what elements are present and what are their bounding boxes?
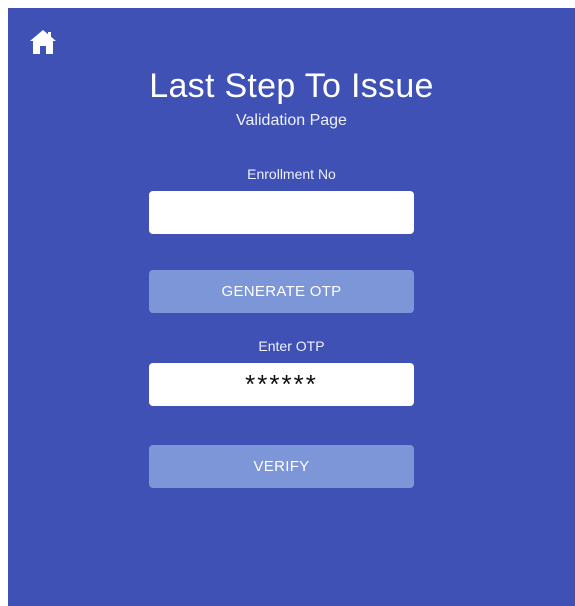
home-button[interactable] — [29, 28, 57, 56]
otp-label: Enter OTP — [258, 338, 325, 354]
enrollment-label: Enrollment No — [247, 166, 336, 182]
page-subtitle: Validation Page — [236, 112, 347, 129]
verify-button[interactable]: VERIFY — [149, 445, 414, 488]
home-icon — [30, 30, 56, 54]
generate-otp-button[interactable]: GENERATE OTP — [149, 270, 414, 313]
otp-input[interactable] — [149, 363, 414, 406]
page-title: Last Step To Issue — [149, 67, 434, 105]
enrollment-input[interactable] — [149, 191, 414, 234]
validation-panel: Last Step To Issue Validation Page Enrol… — [8, 8, 575, 606]
